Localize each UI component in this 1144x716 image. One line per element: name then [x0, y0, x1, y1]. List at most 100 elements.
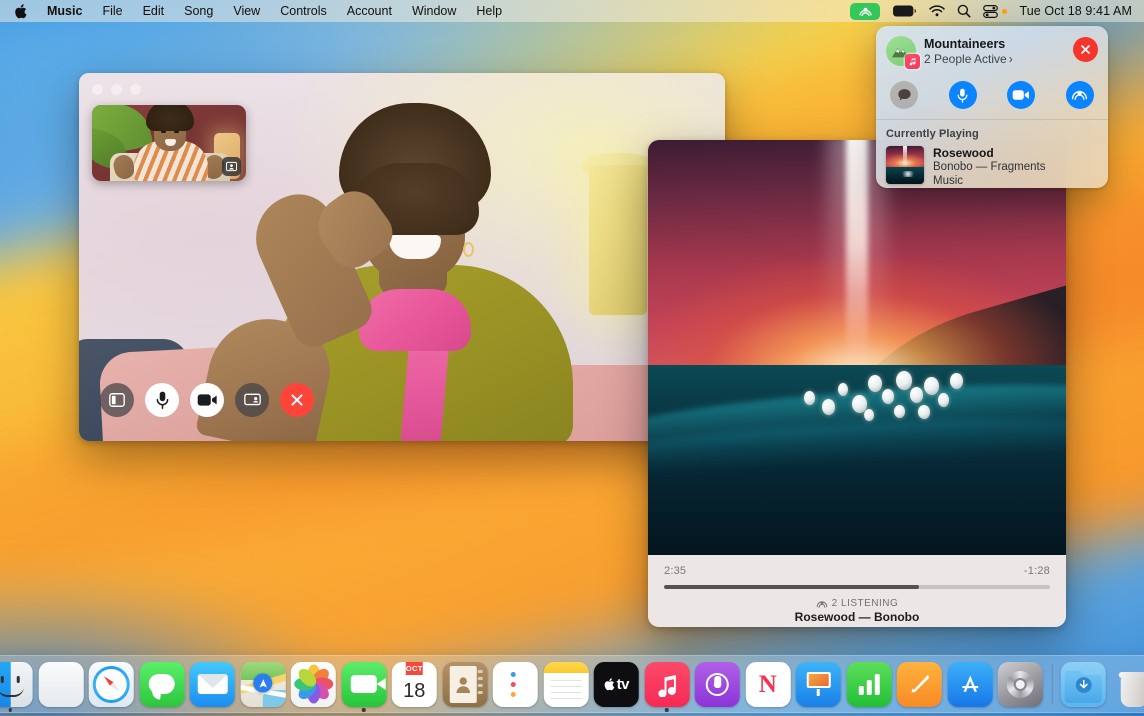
dock-item-settings[interactable]: [998, 662, 1043, 707]
messages-icon[interactable]: [139, 662, 184, 707]
finder-icon[interactable]: [0, 662, 33, 707]
minimize-window-button[interactable]: [111, 84, 122, 95]
dock-item-safari[interactable]: [89, 662, 134, 707]
dock-item-contacts[interactable]: [442, 662, 487, 707]
contacts-icon[interactable]: [442, 662, 487, 707]
news-icon[interactable]: N: [745, 662, 790, 707]
notes-icon[interactable]: [543, 662, 588, 707]
video-camera-button[interactable]: [1007, 81, 1035, 109]
shareplay-icon: [816, 599, 828, 609]
dock-item-appstore[interactable]: [947, 662, 992, 707]
dock-item-notes[interactable]: [543, 662, 588, 707]
menu-item-window[interactable]: Window: [402, 0, 466, 22]
menu-item-account[interactable]: Account: [337, 0, 402, 22]
track-source-app: Music: [933, 174, 1046, 188]
wifi-icon[interactable]: [929, 5, 945, 17]
dock-item-reminders[interactable]: [493, 662, 538, 707]
keynote-icon[interactable]: [796, 662, 841, 707]
progress-slider[interactable]: [664, 585, 1050, 589]
self-hair: [146, 105, 194, 131]
artwork-light-beam: [846, 140, 868, 390]
calendar-month: OCT: [406, 662, 423, 675]
running-indicator: [362, 708, 366, 712]
menu-item-edit[interactable]: Edit: [133, 0, 175, 22]
menu-item-help[interactable]: Help: [466, 0, 512, 22]
apple-logo-icon[interactable]: [10, 4, 37, 19]
video-camera-button[interactable]: [190, 383, 224, 417]
photos-icon[interactable]: [291, 662, 336, 707]
mail-icon[interactable]: [190, 662, 235, 707]
facetime-window[interactable]: [79, 73, 725, 441]
dock-item-downloads[interactable]: [1061, 662, 1106, 707]
zoom-window-button[interactable]: [130, 84, 141, 95]
dock-item-finder[interactable]: [0, 662, 33, 707]
share-screen-button[interactable]: [235, 383, 269, 417]
battery-icon[interactable]: [892, 5, 917, 17]
messages-button[interactable]: [890, 81, 918, 109]
dock-item-calendar[interactable]: OCT 18: [392, 662, 437, 707]
participants-row[interactable]: 2 People Active ›: [924, 52, 1065, 67]
dock-item-mail[interactable]: [190, 662, 235, 707]
dock-item-trash[interactable]: [1111, 662, 1144, 707]
dock-item-news[interactable]: N: [745, 662, 790, 707]
dock-item-pages[interactable]: [897, 662, 942, 707]
window-traffic-lights[interactable]: [92, 84, 141, 95]
shareplay-button[interactable]: [1066, 81, 1094, 109]
launchpad-icon[interactable]: [38, 662, 83, 707]
control-center-icon[interactable]: [983, 5, 1007, 18]
app-store-icon[interactable]: [947, 662, 992, 707]
dock-item-music[interactable]: [644, 662, 689, 707]
shareplay-icon[interactable]: [850, 3, 880, 20]
dock-item-photos[interactable]: [291, 662, 336, 707]
system-settings-icon[interactable]: [998, 662, 1043, 707]
dock-item-keynote[interactable]: [796, 662, 841, 707]
menu-item-file[interactable]: File: [92, 0, 132, 22]
dock-item-podcasts[interactable]: [695, 662, 740, 707]
mountain-avatar-icon[interactable]: [886, 36, 916, 66]
pages-icon[interactable]: [897, 662, 942, 707]
close-call-button[interactable]: [1073, 37, 1098, 62]
podcasts-icon[interactable]: [695, 662, 740, 707]
facetime-call-controls[interactable]: [100, 383, 314, 417]
dock-item-tv[interactable]: tv: [594, 662, 639, 707]
menu-item-music[interactable]: Music: [37, 0, 92, 22]
news-letter: N: [759, 672, 777, 697]
music-icon[interactable]: [644, 662, 689, 707]
reminders-icon[interactable]: [493, 662, 538, 707]
maps-icon[interactable]: [240, 662, 285, 707]
trash-icon[interactable]: [1111, 662, 1144, 707]
search-icon[interactable]: [957, 4, 971, 18]
facetime-icon[interactable]: [341, 662, 386, 707]
menu-item-song[interactable]: Song: [174, 0, 223, 22]
dock-item-numbers[interactable]: [846, 662, 891, 707]
album-artwork-thumbnail: [886, 146, 924, 184]
downloads-folder-icon[interactable]: [1061, 662, 1106, 707]
end-call-button[interactable]: [280, 383, 314, 417]
earring: [463, 242, 474, 257]
safari-icon[interactable]: [89, 662, 134, 707]
person-badge-icon[interactable]: [222, 157, 241, 176]
numbers-icon[interactable]: [846, 662, 891, 707]
microphone-button[interactable]: [145, 383, 179, 417]
facetime-video-feed: [79, 73, 725, 441]
dock-item-launchpad[interactable]: [38, 662, 83, 707]
menu-item-view[interactable]: View: [223, 0, 270, 22]
close-window-button[interactable]: [92, 84, 103, 95]
shareplay-popover[interactable]: Mountaineers 2 People Active › Curren: [876, 26, 1108, 188]
dock-item-facetime[interactable]: [341, 662, 386, 707]
dock-item-maps[interactable]: [240, 662, 285, 707]
apple-tv-icon[interactable]: tv: [594, 662, 639, 707]
dock[interactable]: OCT 18 tv: [0, 655, 1144, 713]
microphone-button[interactable]: [949, 81, 977, 109]
artwork-bubbles: [798, 365, 978, 435]
sidebar-toggle-button[interactable]: [100, 383, 134, 417]
popover-action-buttons[interactable]: [876, 75, 1108, 119]
menu-bar-clock[interactable]: Tue Oct 18 9:41 AM: [1019, 4, 1132, 18]
menu-item-controls[interactable]: Controls: [270, 0, 337, 22]
calendar-icon[interactable]: OCT 18: [392, 662, 437, 707]
self-view-thumbnail[interactable]: [92, 105, 246, 181]
music-now-playing-window[interactable]: 2:35 -1:28 2 LISTENING Rosewood — Bonobo: [648, 140, 1066, 627]
contacts-tabs: [477, 670, 482, 694]
dock-item-messages[interactable]: [139, 662, 184, 707]
now-playing-row[interactable]: Rosewood Bonobo — Fragments Music: [886, 146, 1098, 188]
